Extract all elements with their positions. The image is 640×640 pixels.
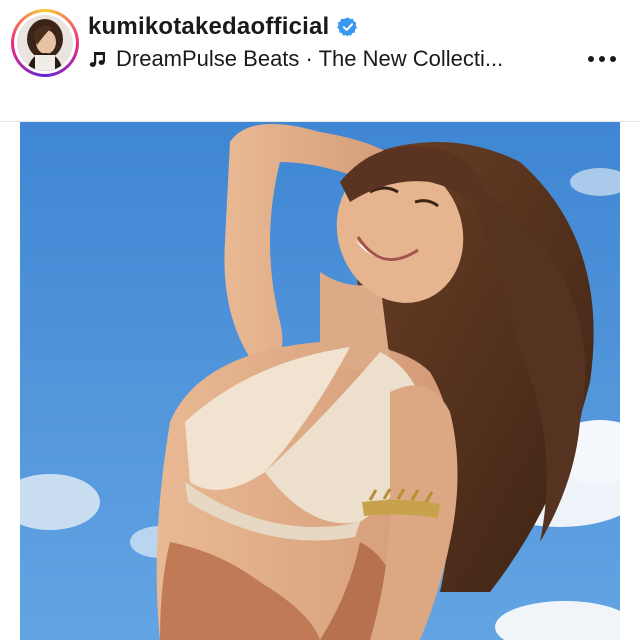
avatar[interactable] [17,15,73,71]
avatar-photo [17,15,73,71]
verified-badge-icon [337,17,358,37]
post-photo[interactable] [20,122,620,640]
photo-woman-swimsuit-sky [20,122,620,640]
more-options-button[interactable] [582,44,622,74]
audio-row[interactable]: DreamPulse Beats · The New Collecti... [88,44,503,74]
username-link[interactable]: kumikotakedaofficial [88,13,329,41]
username-row: kumikotakedaofficial [88,12,359,42]
more-options-icon [588,56,616,62]
instagram-post: kumikotakedaofficial DreamPulse Beats · … [0,0,640,640]
post-header: kumikotakedaofficial DreamPulse Beats · … [0,0,640,122]
story-ring[interactable] [11,9,79,77]
music-note-icon [89,52,105,67]
audio-track-link[interactable]: DreamPulse Beats · The New Collecti... [116,46,503,72]
